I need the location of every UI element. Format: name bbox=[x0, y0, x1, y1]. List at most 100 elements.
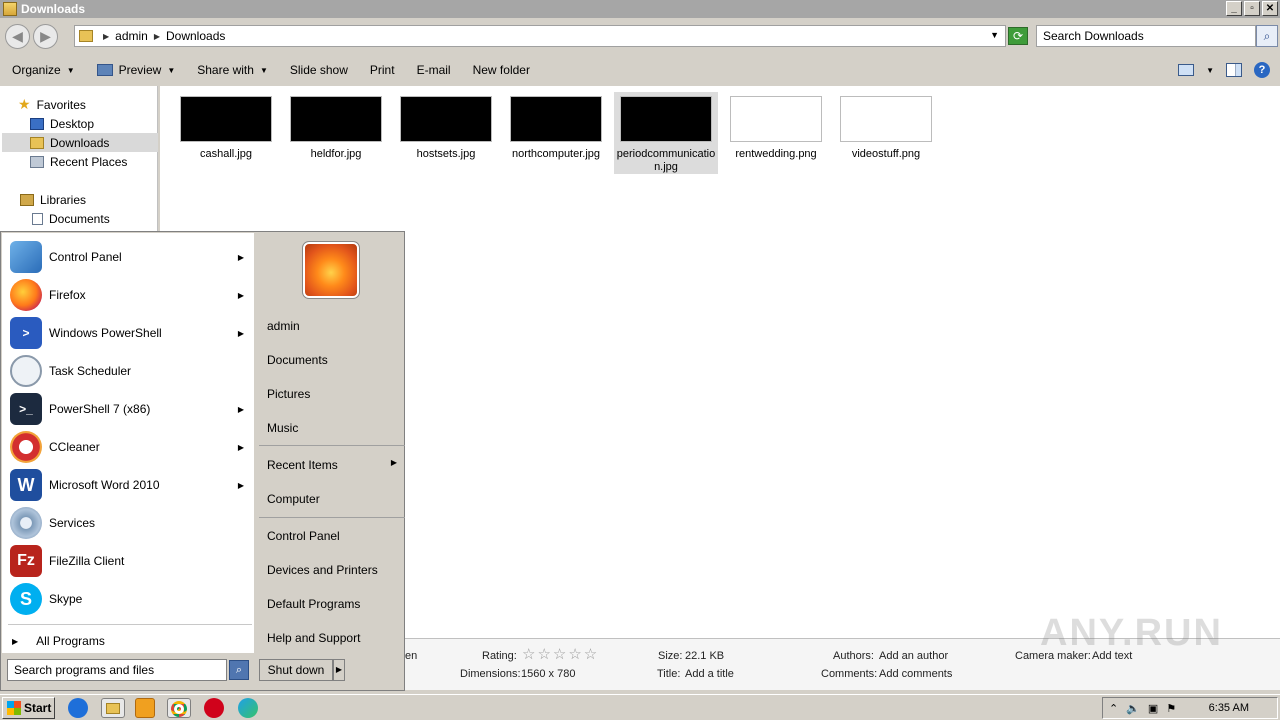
internet-explorer-icon[interactable] bbox=[68, 698, 88, 718]
rating-stars[interactable]: ☆☆☆☆☆ bbox=[522, 645, 599, 663]
slide-show-button[interactable]: Slide show bbox=[290, 63, 348, 77]
explorer-taskbar-button[interactable] bbox=[101, 698, 125, 718]
title-field[interactable]: Add a title bbox=[685, 668, 734, 680]
nav-recent-places[interactable]: Recent Places bbox=[2, 152, 158, 171]
file-item-selected[interactable]: periodcommunication.jpg bbox=[614, 92, 718, 174]
address-bar[interactable]: ▶ admin ▶ Downloads ▼ bbox=[74, 25, 1006, 47]
start-user[interactable]: admin bbox=[267, 319, 300, 333]
preview-button[interactable]: Preview ▼ bbox=[96, 63, 175, 77]
shutdown-options-button[interactable]: ▶ bbox=[333, 659, 345, 681]
network-icon[interactable]: ▣ bbox=[1148, 702, 1158, 715]
close-button[interactable]: ✕ bbox=[1262, 1, 1278, 16]
print-button[interactable]: Print bbox=[370, 63, 395, 77]
program-label: Firefox bbox=[49, 288, 86, 302]
edge-icon[interactable] bbox=[238, 698, 258, 718]
folder-icon bbox=[3, 2, 17, 16]
all-programs-label: All Programs bbox=[36, 634, 105, 648]
comments-field[interactable]: Add comments bbox=[879, 668, 952, 680]
start-control-panel[interactable]: Control Panel bbox=[267, 529, 340, 543]
refresh-button[interactable]: ⟳ bbox=[1008, 27, 1028, 45]
chevron-right-icon: ▶ bbox=[237, 252, 244, 262]
help-icon[interactable]: ? bbox=[1254, 62, 1270, 78]
minimize-button[interactable]: _ bbox=[1226, 1, 1242, 16]
start-computer[interactable]: Computer bbox=[267, 492, 320, 506]
file-item[interactable]: rentwedding.png bbox=[724, 92, 828, 174]
start-help-support[interactable]: Help and Support bbox=[267, 631, 360, 645]
task-scheduler-icon bbox=[10, 355, 42, 387]
navigation-pane: ★ Favorites Desktop Downloads Recent Pla… bbox=[0, 86, 158, 236]
dimensions-value: 1560 x 780 bbox=[521, 668, 576, 680]
search-icon[interactable]: ⌕ bbox=[229, 660, 249, 680]
start-recent-items[interactable]: Recent Items ▶ bbox=[267, 458, 397, 472]
nav-desktop[interactable]: Desktop bbox=[2, 114, 158, 133]
recent-items-label: Recent Items bbox=[267, 458, 338, 472]
authors-field[interactable]: Add an author bbox=[879, 650, 948, 662]
folder-icon bbox=[106, 703, 120, 714]
back-button[interactable]: ◀ bbox=[5, 24, 30, 49]
search-icon[interactable]: ⌕ bbox=[1256, 25, 1278, 47]
forward-button[interactable]: ▶ bbox=[33, 24, 58, 49]
program-services[interactable]: Services bbox=[2, 505, 254, 541]
start-music[interactable]: Music bbox=[267, 421, 298, 435]
opera-icon[interactable] bbox=[204, 698, 224, 718]
nav-documents[interactable]: Documents bbox=[2, 209, 158, 228]
program-skype[interactable]: S Skype bbox=[2, 581, 254, 617]
maximize-button[interactable]: ▫ bbox=[1244, 1, 1260, 16]
system-tray: ⌃ 🔈 ▣ ⚑ 6:35 AM bbox=[1102, 697, 1278, 719]
file-name: rentwedding.png bbox=[735, 148, 817, 160]
file-item[interactable]: cashall.jpg bbox=[174, 92, 278, 174]
organize-button[interactable]: Organize ▼ bbox=[12, 63, 75, 77]
file-item[interactable]: videostuff.png bbox=[834, 92, 938, 174]
breadcrumb-admin[interactable]: admin bbox=[115, 29, 148, 43]
breadcrumb-downloads[interactable]: Downloads bbox=[166, 29, 225, 43]
email-button[interactable]: E-mail bbox=[417, 63, 451, 77]
nav-downloads[interactable]: Downloads bbox=[2, 133, 158, 152]
chrome-taskbar-button[interactable] bbox=[167, 698, 191, 718]
start-documents[interactable]: Documents bbox=[267, 353, 328, 367]
program-task-scheduler[interactable]: Task Scheduler bbox=[2, 353, 254, 389]
share-with-button[interactable]: Share with ▼ bbox=[197, 63, 268, 77]
start-button[interactable]: Start bbox=[2, 697, 55, 719]
program-control-panel[interactable]: Control Panel ▶ bbox=[2, 239, 254, 275]
change-view-icon[interactable] bbox=[1178, 64, 1195, 76]
powershell7-icon: >_ bbox=[10, 393, 42, 425]
chevron-up-icon[interactable]: ⌃ bbox=[1109, 702, 1118, 715]
program-firefox[interactable]: Firefox ▶ bbox=[2, 277, 254, 313]
file-item[interactable]: heldfor.jpg bbox=[284, 92, 388, 174]
start-devices-printers[interactable]: Devices and Printers bbox=[267, 563, 378, 577]
command-bar: Organize ▼ Preview ▼ Share with ▼ Slide sho… bbox=[0, 56, 1280, 84]
program-ccleaner[interactable]: CCleaner ▶ bbox=[2, 429, 254, 465]
all-programs-button[interactable]: ▶ All Programs bbox=[12, 634, 105, 648]
user-avatar[interactable] bbox=[302, 241, 360, 299]
ccleaner-icon bbox=[10, 431, 42, 463]
comments-label: Comments: bbox=[821, 668, 878, 680]
chevron-down-icon[interactable]: ▼ bbox=[990, 30, 999, 40]
program-powershell-7[interactable]: >_ PowerShell 7 (x86) ▶ bbox=[2, 391, 254, 427]
program-filezilla[interactable]: Fz FileZilla Client bbox=[2, 543, 254, 579]
volume-icon[interactable]: 🔈 bbox=[1126, 702, 1140, 715]
chevron-right-icon: ▶ bbox=[237, 480, 244, 490]
flag-icon[interactable]: ⚑ bbox=[1166, 702, 1176, 715]
chevron-down-icon[interactable]: ▼ bbox=[1206, 66, 1214, 75]
shutdown-button[interactable]: Shut down bbox=[259, 659, 333, 681]
start-default-programs[interactable]: Default Programs bbox=[267, 597, 360, 611]
nav-favorites[interactable]: ★ Favorites bbox=[2, 95, 158, 114]
media-player-icon[interactable] bbox=[135, 698, 155, 718]
clock[interactable]: 6:35 AM bbox=[1209, 702, 1249, 714]
program-windows-powershell[interactable]: > Windows PowerShell ▶ bbox=[2, 315, 254, 351]
start-search-input[interactable]: Search programs and files bbox=[7, 659, 227, 681]
window-title: Downloads bbox=[21, 2, 86, 16]
search-input[interactable]: Search Downloads bbox=[1036, 25, 1256, 47]
file-item[interactable]: hostsets.jpg bbox=[394, 92, 498, 174]
preview-icon bbox=[96, 64, 113, 76]
chevron-right-icon: ▶ bbox=[237, 404, 244, 414]
preview-pane-icon[interactable] bbox=[1226, 63, 1242, 77]
start-pictures[interactable]: Pictures bbox=[267, 387, 310, 401]
image-thumbnail bbox=[290, 96, 382, 142]
new-folder-button[interactable]: New folder bbox=[473, 63, 530, 77]
file-item[interactable]: northcomputer.jpg bbox=[504, 92, 608, 174]
program-microsoft-word[interactable]: W Microsoft Word 2010 ▶ bbox=[2, 467, 254, 503]
file-name: periodcommunication.jpg bbox=[616, 148, 716, 173]
nav-libraries[interactable]: Libraries bbox=[2, 190, 158, 209]
start-menu: Control Panel ▶ Firefox ▶ > Windows Powe… bbox=[0, 231, 405, 691]
